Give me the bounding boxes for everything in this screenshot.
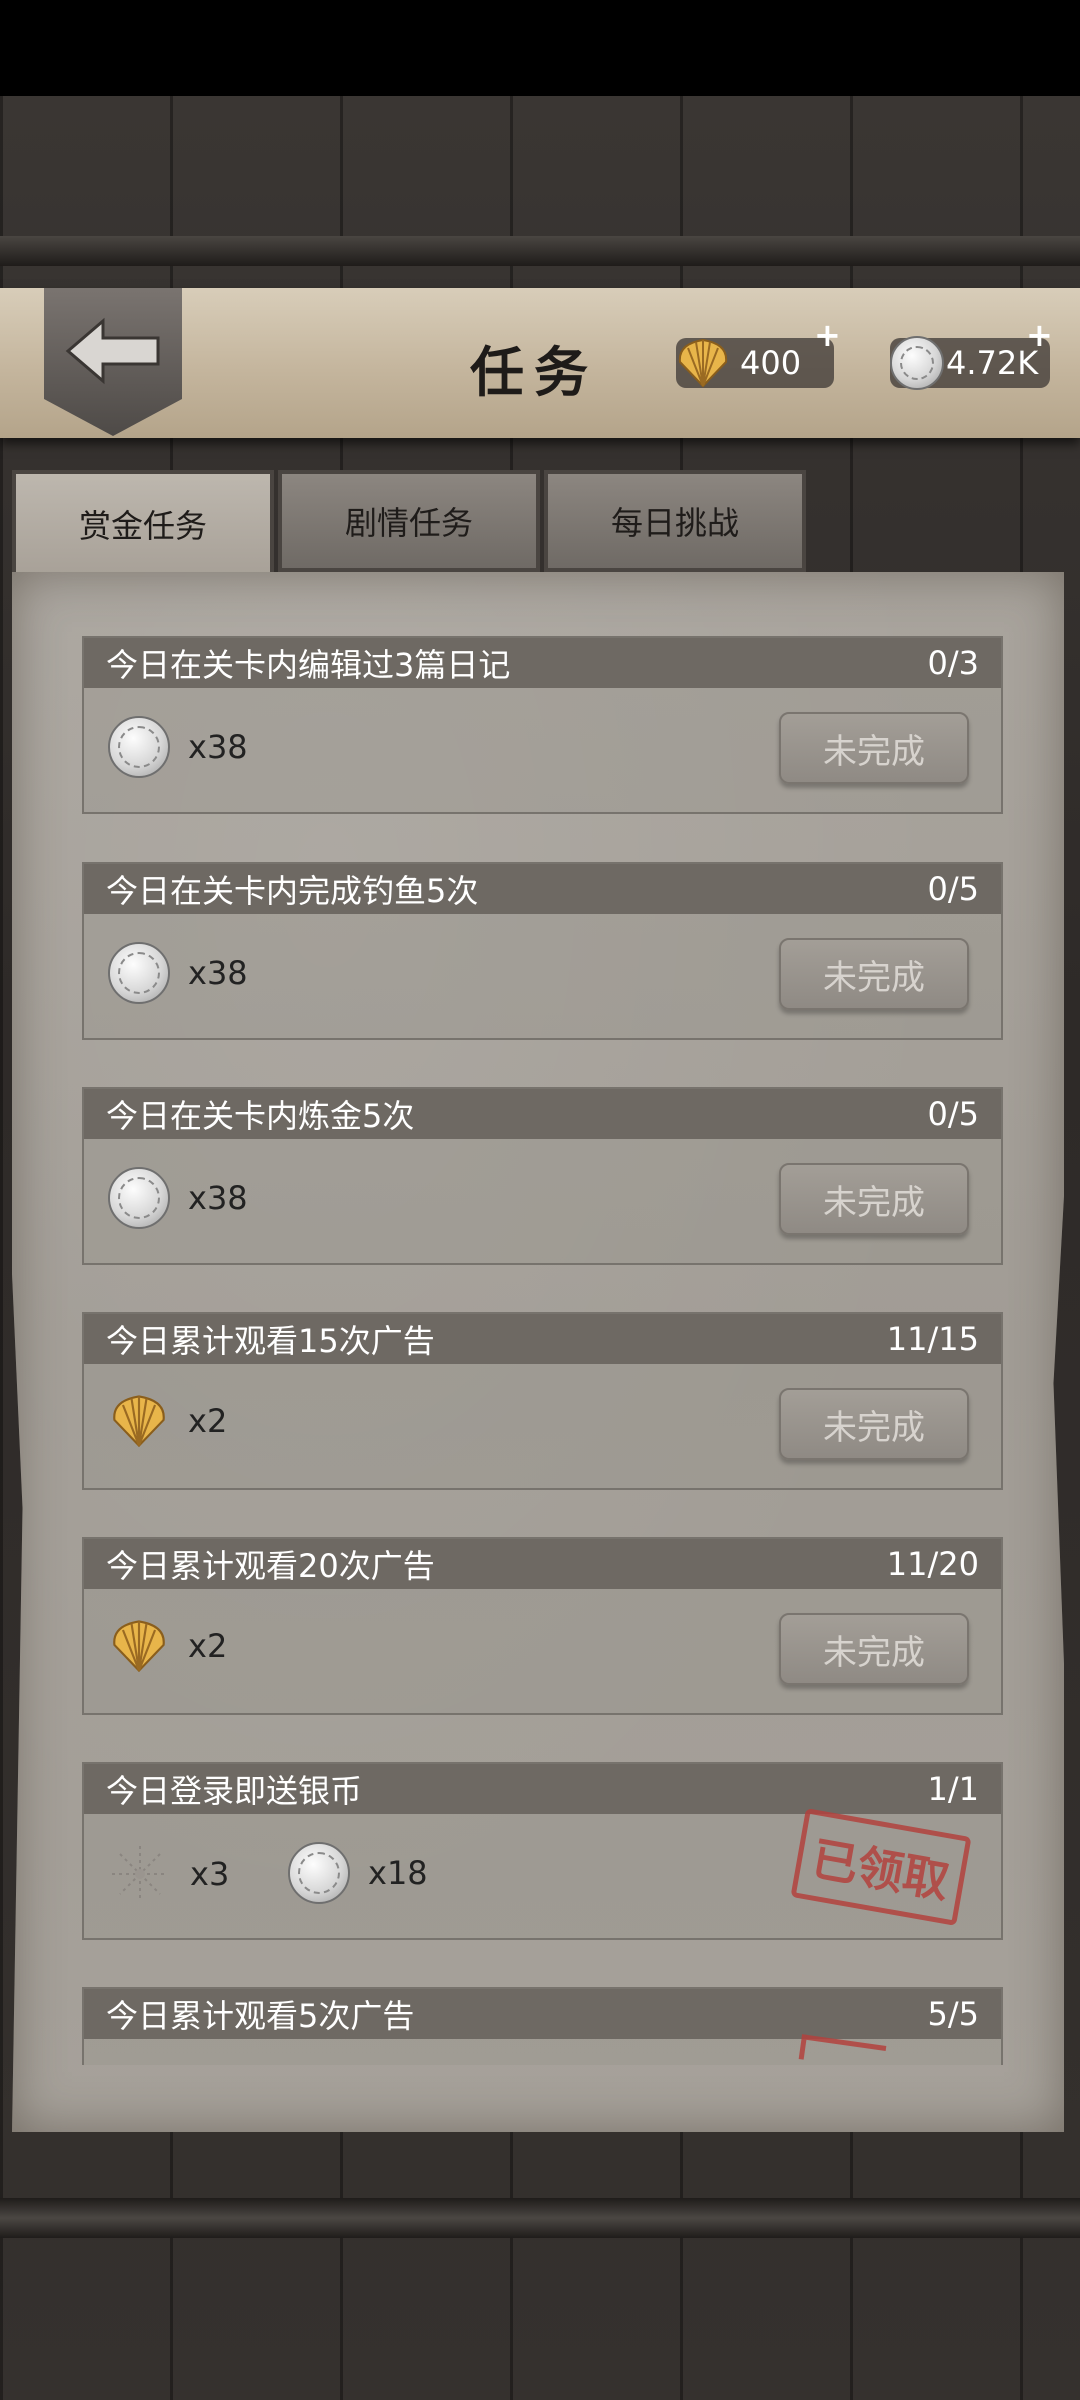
reward-qty: x38 <box>188 1179 248 1217</box>
incomplete-button[interactable]: 未完成 <box>779 938 969 1010</box>
incomplete-button[interactable]: 未完成 <box>779 712 969 784</box>
task-card: 今日在关卡内完成钓鱼5次 0/5 x38 未完成 <box>82 862 1003 1040</box>
task-header: 今日在关卡内炼金5次 0/5 <box>84 1089 1001 1139</box>
reward-item: x38 <box>108 716 248 778</box>
status-bar <box>0 0 1080 96</box>
reward-qty: x38 <box>188 728 248 766</box>
task-header: 今日累计观看20次广告 11/20 <box>84 1539 1001 1589</box>
task-progress: 11/20 <box>886 1545 979 1583</box>
tab-daily-challenge[interactable]: 每日挑战 <box>544 470 806 572</box>
silver-coin-icon <box>890 336 944 390</box>
reward-item: x18 <box>288 1842 428 1904</box>
shell-icon <box>113 1395 165 1448</box>
status-label: 未完成 <box>823 1407 925 1448</box>
sparkle-icon <box>112 1846 168 1902</box>
task-progress: 0/3 <box>927 644 980 682</box>
shell-currency[interactable]: 400 + <box>676 316 841 388</box>
task-card: 今日在关卡内编辑过3篇日记 0/3 x38 未完成 <box>82 636 1003 814</box>
task-progress: 0/5 <box>927 1095 980 1133</box>
reward-qty: x2 <box>188 1627 228 1665</box>
tab-bounty[interactable]: 赏金任务 <box>12 470 274 578</box>
status-label: 未完成 <box>823 1632 925 1673</box>
task-progress: 11/15 <box>886 1320 979 1358</box>
bottom-rail <box>0 2198 1080 2238</box>
task-title: 今日在关卡内完成钓鱼5次 <box>106 872 479 910</box>
tab-label: 每日挑战 <box>610 504 739 542</box>
status-label: 未完成 <box>823 1182 925 1223</box>
task-card: 今日在关卡内炼金5次 0/5 x38 未完成 <box>82 1087 1003 1265</box>
task-title: 今日累计观看15次广告 <box>106 1322 435 1360</box>
task-header: 今日登录即送银币 1/1 <box>84 1764 1001 1814</box>
task-header: 今日累计观看15次广告 11/15 <box>84 1314 1001 1364</box>
shell-icon <box>678 338 728 388</box>
status-label: 未完成 <box>823 731 925 772</box>
claimed-stamp: 已领取 <box>790 1808 972 1926</box>
incomplete-button[interactable]: 未完成 <box>779 1388 969 1460</box>
reward-item: x3 <box>108 1842 229 1906</box>
task-progress: 0/5 <box>927 870 980 908</box>
reward-item: x2 <box>108 1392 227 1450</box>
reward-item: x2 <box>108 1617 227 1675</box>
silver-coin-icon <box>108 942 170 1004</box>
top-rail <box>0 236 1080 266</box>
silver-coin-icon <box>108 716 170 778</box>
task-header: 今日在关卡内编辑过3篇日记 0/3 <box>84 638 1001 688</box>
task-title: 今日累计观看20次广告 <box>106 1547 435 1585</box>
task-card: 今日登录即送银币 1/1 x3 x18 已领取 <box>82 1762 1003 1940</box>
shell-amount: 400 <box>740 344 802 382</box>
task-title: 今日在关卡内编辑过3篇日记 <box>106 646 511 684</box>
task-card: 今日累计观看20次广告 11/20 x2 未完成 <box>82 1537 1003 1715</box>
task-progress: 5/5 <box>927 1995 980 2033</box>
reward-qty: x3 <box>190 1855 230 1893</box>
add-shells-plus[interactable]: + <box>814 316 841 354</box>
tab-story[interactable]: 剧情任务 <box>278 470 540 572</box>
tab-label: 剧情任务 <box>344 504 473 542</box>
reward-qty: x2 <box>188 1402 228 1440</box>
reward-qty: x18 <box>368 1854 428 1892</box>
silver-coin-icon <box>108 1167 170 1229</box>
task-title: 今日登录即送银币 <box>106 1772 363 1810</box>
status-label: 未完成 <box>823 957 925 998</box>
task-title: 今日在关卡内炼金5次 <box>106 1097 415 1135</box>
coin-amount: 4.72K <box>946 344 1039 382</box>
incomplete-button[interactable]: 未完成 <box>779 1163 969 1235</box>
stamp-label: 已领取 <box>807 1831 954 1909</box>
tab-label: 赏金任务 <box>78 507 207 545</box>
task-header: 今日在关卡内完成钓鱼5次 0/5 <box>84 864 1001 914</box>
reward-item: x38 <box>108 1167 248 1229</box>
task-progress: 1/1 <box>927 1770 980 1808</box>
coin-currency[interactable]: 4.72K + <box>890 316 1053 390</box>
shell-icon <box>113 1620 165 1673</box>
reward-qty: x38 <box>188 954 248 992</box>
task-card: 今日累计观看15次广告 11/15 x2 未完成 <box>82 1312 1003 1490</box>
reward-item: x38 <box>108 942 248 1004</box>
silver-coin-icon <box>288 1842 350 1904</box>
add-coins-plus[interactable]: + <box>1026 316 1053 354</box>
back-arrow-icon <box>65 317 160 385</box>
incomplete-button[interactable]: 未完成 <box>779 1613 969 1685</box>
task-title: 今日累计观看5次广告 <box>106 1997 415 2035</box>
task-header: 今日累计观看5次广告 5/5 <box>84 1989 1001 2039</box>
page-title: 任务 <box>470 341 598 404</box>
